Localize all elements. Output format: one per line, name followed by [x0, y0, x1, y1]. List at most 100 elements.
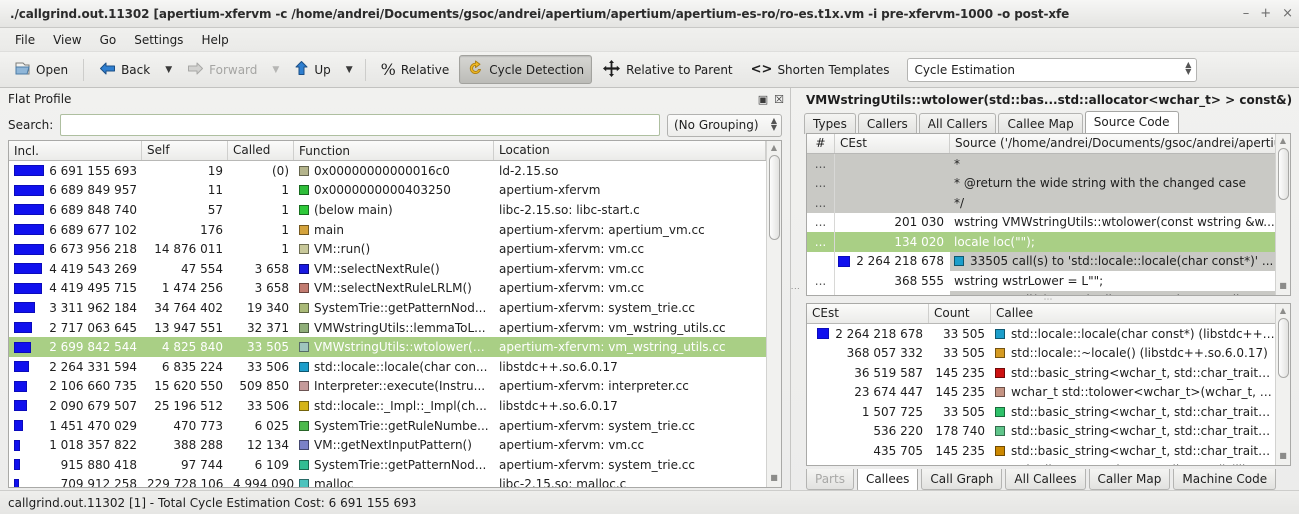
callee-row[interactable]: 23 674 447145 235wchar_t std::tolower<wc… [807, 383, 1275, 403]
bottom-tab-call-graph[interactable]: Call Graph [921, 469, 1002, 490]
source-line-row[interactable]: ...134 020 locale loc(""); [807, 232, 1275, 252]
callees-scroll-up-icon[interactable]: ▲ [1280, 306, 1286, 318]
menu-go[interactable]: Go [91, 30, 126, 50]
forward-dropdown-icon[interactable]: ▼ [267, 61, 284, 79]
callee-row[interactable]: 368 057 33233 505std::locale::~locale() … [807, 344, 1275, 364]
callee-row[interactable]: 33 50533 505std::allocator<wchar_t>::all… [807, 461, 1275, 466]
source-scroll-down-icon[interactable]: ■ [1279, 281, 1287, 293]
vertical-splitter[interactable]: ⋯ [798, 296, 1299, 303]
menu-settings[interactable]: Settings [125, 30, 192, 50]
column-header-called[interactable]: Called [228, 141, 294, 160]
callees-column-header-callee[interactable]: Callee [991, 304, 1275, 323]
callee-row[interactable]: 36 519 587145 235std::basic_string<wchar… [807, 363, 1275, 383]
source-line-row[interactable]: 2 264 218 678 33505 call(s) to 'std::loc… [807, 252, 1275, 272]
dock-close-icon[interactable]: ☒ [774, 93, 784, 106]
column-header-location[interactable]: Location [494, 141, 766, 160]
callee-row[interactable]: 536 220178 740std::basic_string<wchar_t,… [807, 422, 1275, 442]
maximize-icon[interactable]: + [1260, 7, 1271, 20]
bottom-tab-callees[interactable]: Callees [857, 469, 918, 492]
source-scrollbar[interactable]: ▲ ■ [1275, 134, 1290, 295]
table-row[interactable]: 3 311 962 18434 764 40219 340SystemTrie:… [9, 298, 766, 318]
up-button[interactable]: Up [286, 55, 338, 84]
table-row[interactable]: 6 673 956 21814 876 0111VM::run()apertiu… [9, 239, 766, 259]
source-cost-bar [838, 256, 850, 267]
callee-name: wchar_t std::tolower<wchar_t>(wchar_t, s… [1011, 385, 1275, 399]
forward-button[interactable]: Forward [179, 56, 265, 84]
callee-row[interactable]: 2 264 218 67833 505std::locale::locale(c… [807, 324, 1275, 344]
callees-scrollbar[interactable]: ▲ ■ [1275, 304, 1290, 465]
source-line-row[interactable]: ...* [807, 154, 1275, 174]
tab-all-callers[interactable]: All Callers [919, 113, 997, 134]
bottom-tab-all-callees[interactable]: All Callees [1005, 469, 1085, 490]
table-row[interactable]: 1 451 470 029470 7736 025SystemTrie::get… [9, 416, 766, 436]
column-header-function[interactable]: Function [294, 141, 494, 160]
bottom-tab-parts[interactable]: Parts [806, 469, 854, 490]
bottom-tab-caller-map[interactable]: Caller Map [1089, 469, 1171, 490]
table-row[interactable]: 2 090 679 50725 196 51233 506std::locale… [9, 396, 766, 416]
cycle-detection-button[interactable]: Cycle Detection [459, 55, 592, 84]
table-row[interactable]: 2 106 660 73515 620 550509 850Interprete… [9, 377, 766, 397]
table-row[interactable]: 6 689 849 9571110x0000000000403250aperti… [9, 181, 766, 201]
callees-column-header-cest[interactable]: CEst [807, 304, 929, 323]
callees-scroll-down-icon[interactable]: ■ [1279, 451, 1287, 463]
menu-file[interactable]: File [6, 30, 44, 50]
back-dropdown-icon[interactable]: ▼ [160, 61, 177, 79]
table-row[interactable]: 6 689 677 1021761mainapertium-xfervm: ap… [9, 220, 766, 240]
event-type-combo[interactable]: Cycle Estimation ▲▼ [907, 58, 1197, 82]
relative-to-parent-button[interactable]: Relative to Parent [594, 54, 740, 86]
column-header-self[interactable]: Self [142, 141, 228, 160]
source-line-row[interactable]: ...*/ [807, 193, 1275, 213]
table-row[interactable]: 2 264 331 5946 835 22433 506std::locale:… [9, 357, 766, 377]
flat-profile-scrollbar[interactable]: ▲ ■ [766, 141, 781, 487]
function-color-swatch [299, 264, 309, 274]
table-row[interactable]: 4 419 543 26947 5543 658VM::selectNextRu… [9, 259, 766, 279]
source-column-header-cest[interactable]: CEst [835, 134, 950, 153]
menu-view[interactable]: View [44, 30, 90, 50]
cell-called: 3 658 [228, 262, 294, 276]
source-line-row[interactable]: ...201 030wstring VMWstringUtils::wtolow… [807, 213, 1275, 233]
cell-incl: 2 090 679 507 [32, 399, 137, 413]
column-header-incl[interactable]: Incl. [9, 141, 142, 160]
callee-cost-bar [817, 328, 829, 339]
source-line-row[interactable]: 33 505 33505 call(s) to 'std::allocator<… [807, 291, 1275, 296]
table-row[interactable]: 6 691 155 69319(0)0x00000000000016c0ld-2… [9, 161, 766, 181]
close-icon[interactable]: × [1282, 7, 1293, 20]
grouping-combo[interactable]: (No Grouping) ▲▼ [667, 114, 782, 137]
table-row[interactable]: 4 419 495 7151 474 2563 658VM::selectNex… [9, 279, 766, 299]
table-row[interactable]: 915 880 41897 7446 109SystemTrie::getPat… [9, 455, 766, 475]
minimize-icon[interactable]: – [1243, 7, 1250, 20]
source-line-row[interactable]: ...368 555 wstring wstrLower = L""; [807, 271, 1275, 291]
scroll-up-icon[interactable]: ▲ [771, 143, 777, 155]
tab-callee-map[interactable]: Callee Map [998, 113, 1082, 134]
table-row[interactable]: 2 699 842 5444 825 84033 505VMWstringUti… [9, 337, 766, 357]
source-column-header-source[interactable]: Source ('/home/andrei/Documents/gsoc/and… [950, 134, 1275, 153]
callees-column-header-count[interactable]: Count [929, 304, 991, 323]
source-scroll-up-icon[interactable]: ▲ [1280, 136, 1286, 148]
shorten-templates-button[interactable]: <> Shorten Templates [743, 57, 898, 82]
undock-icon[interactable]: ▣ [758, 93, 768, 106]
callee-row[interactable]: 1 507 72533 505std::basic_string<wchar_t… [807, 402, 1275, 422]
tab-callers[interactable]: Callers [858, 113, 917, 134]
search-input[interactable] [60, 114, 660, 136]
table-row[interactable]: 1 018 357 822388 28812 134VM::getNextInp… [9, 435, 766, 455]
back-button[interactable]: Back [91, 56, 158, 84]
callee-row[interactable]: 435 705145 235std::basic_string<wchar_t,… [807, 441, 1275, 461]
horizontal-splitter[interactable]: ⋮ [791, 88, 798, 490]
table-row[interactable]: 2 717 063 64513 947 55132 371VMWstringUt… [9, 318, 766, 338]
scroll-down-icon[interactable]: ■ [770, 473, 778, 485]
relative-button[interactable]: % Relative [373, 58, 458, 82]
up-dropdown-icon[interactable]: ▼ [341, 61, 358, 79]
source-line-row[interactable]: ...* @return the wide string with the ch… [807, 174, 1275, 194]
tab-types[interactable]: Types [804, 113, 856, 134]
scroll-thumb[interactable] [769, 155, 780, 240]
tab-source-code[interactable]: Source Code [1085, 111, 1179, 133]
source-scroll-thumb[interactable] [1278, 148, 1289, 200]
source-column-header-num[interactable]: # [807, 134, 835, 153]
callees-scroll-thumb[interactable] [1278, 318, 1289, 378]
open-button[interactable]: Open [6, 55, 76, 85]
table-row[interactable]: 6 689 848 740571(below main)libc-2.15.so… [9, 200, 766, 220]
menu-help[interactable]: Help [192, 30, 237, 50]
cell-called: (0) [228, 164, 294, 178]
table-row[interactable]: 709 912 258229 728 1064 994 090malloclib… [9, 475, 766, 488]
bottom-tab-machine-code[interactable]: Machine Code [1173, 469, 1276, 490]
